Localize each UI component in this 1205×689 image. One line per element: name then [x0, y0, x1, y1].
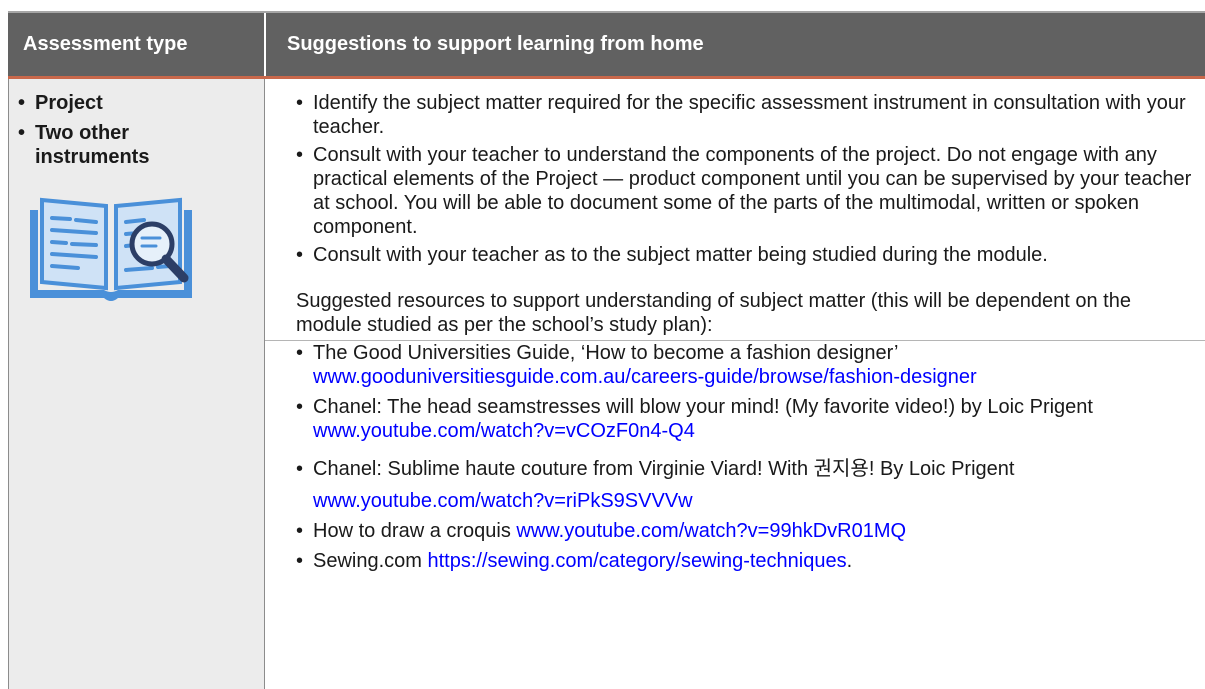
- header-suggestions: Suggestions to support learning from hom…: [266, 13, 1205, 76]
- resource-tail: .: [846, 550, 853, 572]
- suggestions-list: Identify the subject matter required for…: [296, 91, 1196, 267]
- resources-intro: Suggested resources to support understan…: [296, 290, 1131, 336]
- table-left-border: [8, 79, 9, 689]
- resource-item: How to draw a croquis www.youtube.com/wa…: [296, 519, 1196, 543]
- column-divider: [264, 79, 265, 689]
- resource-text: Chanel: The head seamstresses will blow …: [313, 396, 1093, 418]
- suggestion-item: Consult with your teacher to understand …: [296, 143, 1196, 239]
- resource-item: Chanel: Sublime haute couture from Virgi…: [296, 453, 1196, 517]
- resource-link[interactable]: www.gooduniversitiesguide.com.au/careers…: [313, 366, 977, 388]
- resource-text: The Good Universities Guide, ‘How to bec…: [313, 342, 898, 364]
- assessment-type-label: Two other instruments: [35, 122, 150, 168]
- assessment-type-list: Project Two other instruments: [18, 91, 195, 175]
- resource-text: How to draw a croquis: [313, 520, 517, 542]
- resource-link[interactable]: https://sewing.com/category/sewing-techn…: [428, 550, 847, 572]
- resource-text: Chanel: Sublime haute couture from Virgi…: [313, 458, 1015, 480]
- row-separator: [265, 340, 1205, 341]
- assessment-type-item: Project: [18, 91, 195, 115]
- resource-item: Chanel: The head seamstresses will blow …: [296, 395, 1196, 443]
- book-with-magnifier-icon: [30, 197, 192, 301]
- resource-link[interactable]: www.youtube.com/watch?v=vCOzF0n4-Q4: [313, 420, 695, 442]
- suggestion-item: Consult with your teacher as to the subj…: [296, 243, 1196, 267]
- resource-link[interactable]: www.youtube.com/watch?v=99hkDvR01MQ: [516, 520, 906, 542]
- suggestion-item: Identify the subject matter required for…: [296, 91, 1196, 139]
- header-assessment-type: Assessment type: [8, 13, 264, 76]
- resource-text: Sewing.com: [313, 550, 428, 572]
- resources-list: The Good Universities Guide, ‘How to bec…: [296, 341, 1196, 573]
- suggestions-cell: Identify the subject matter required for…: [296, 91, 1196, 573]
- resource-item: Sewing.com https://sewing.com/category/s…: [296, 549, 1196, 573]
- assessment-type-item: Two other instruments: [18, 121, 195, 169]
- resource-item: The Good Universities Guide, ‘How to bec…: [296, 341, 1196, 389]
- page: Assessment type Suggestions to support l…: [0, 0, 1205, 689]
- resource-link[interactable]: www.youtube.com/watch?v=riPkS9SVVVw: [313, 490, 693, 512]
